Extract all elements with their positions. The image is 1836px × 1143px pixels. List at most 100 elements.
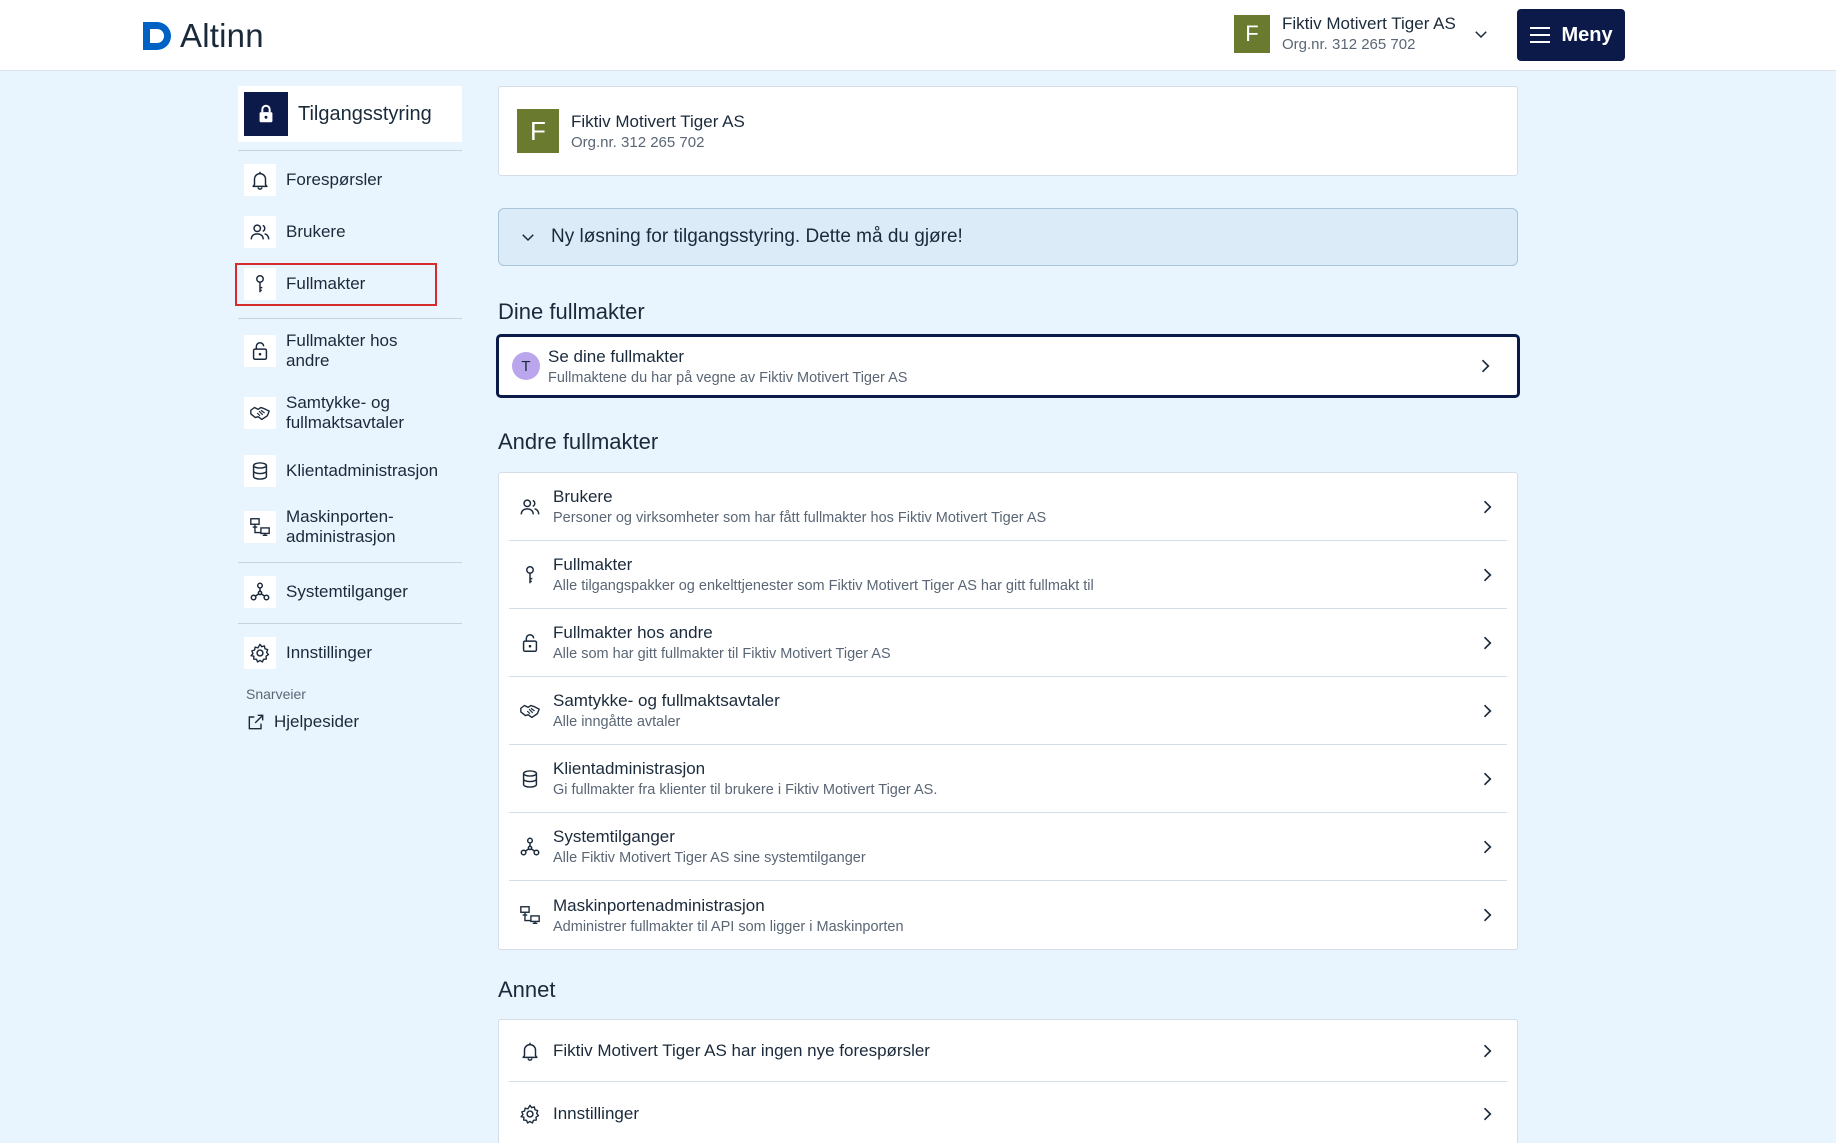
help-pages-label: Hjelpesider <box>274 712 360 731</box>
sidebar-item-label: Systemtilganger <box>286 582 408 601</box>
chevron-right-icon <box>1477 633 1497 653</box>
row-title: Fullmakter <box>553 555 633 574</box>
list-item-brukere[interactable]: Brukere Personer og virksomheter som har … <box>509 473 1507 541</box>
bell-icon <box>519 1040 541 1062</box>
account-org-number: Org.nr. 312 265 702 <box>1282 36 1416 53</box>
chevron-right-icon <box>1477 837 1497 857</box>
altinn-logo-icon <box>143 22 171 50</box>
menu-button[interactable]: Meny <box>1517 9 1625 61</box>
sidebar-item-maskinporten[interactable]: Maskinporten-administrasjon <box>238 507 462 547</box>
network-icon <box>244 511 276 543</box>
heading-andre-fullmakter: Andre fullmakter <box>498 429 659 454</box>
org-name: Fiktiv Motivert Tiger AS <box>571 111 745 131</box>
list-item-maskinporten[interactable]: Maskinportenadministrasjon Administrer fu… <box>509 881 1507 949</box>
help-pages-link[interactable]: Hjelpesider <box>238 712 462 732</box>
nodes-icon <box>244 576 276 608</box>
row-title: Samtykke- og fullmaktsavtaler <box>553 691 780 710</box>
sidebar-title: Tilgangsstyring <box>298 102 432 125</box>
shortcuts-label: Snarveier <box>246 686 306 702</box>
menu-button-label: Meny <box>1561 23 1613 46</box>
sidebar-item-fullmakter-hos-andre[interactable]: Fullmakter hos andre <box>238 331 462 371</box>
row-title: Brukere <box>553 487 613 506</box>
list-item-fullmakter-hos-andre[interactable]: Fullmakter hos andre Alle som har gitt fu… <box>509 609 1507 677</box>
nodes-icon <box>519 836 541 858</box>
highlight-box <box>235 263 437 306</box>
row-title: Fullmakter hos andre <box>553 623 713 642</box>
org-number: Org.nr. 312 265 702 <box>571 133 705 151</box>
database-icon <box>244 455 276 487</box>
gear-icon <box>244 637 276 669</box>
chevron-right-icon <box>1477 497 1497 517</box>
chevron-right-icon <box>1475 356 1495 376</box>
key-icon <box>519 564 541 586</box>
users-icon <box>519 496 541 518</box>
se-dine-fullmakter-card[interactable]: T Se dine fullmakter Fullmaktene du har … <box>496 334 1520 398</box>
sidebar-item-label: Klientadministrasjon <box>286 461 439 480</box>
row-title: Maskinportenadministrasjon <box>553 895 765 915</box>
bell-icon <box>244 164 276 196</box>
annet-list: Fiktiv Motivert Tiger AS har ingen nye f… <box>498 1019 1518 1143</box>
chevron-right-icon <box>1477 905 1497 925</box>
sidebar-item-innstillinger[interactable]: Innstillinger <box>238 637 462 669</box>
chevron-right-icon <box>1477 1041 1497 1061</box>
row-subtitle: Personer og virksomheter som har fått fu… <box>553 510 1047 526</box>
sidebar-header[interactable]: Tilgangsstyring <box>238 86 462 142</box>
users-icon <box>244 216 276 248</box>
handshake-icon <box>244 397 276 429</box>
list-item-klientadministrasjon[interactable]: Klientadministrasjon Gi fullmakter fra kl… <box>509 745 1507 813</box>
row-title: Klientadministrasjon <box>553 759 706 778</box>
padlock-icon <box>244 92 288 136</box>
row-subtitle: Alle Fiktiv Motivert Tiger AS sine syste… <box>553 850 866 866</box>
heading-annet: Annet <box>498 977 556 1002</box>
sidebar-divider <box>238 318 462 319</box>
row-subtitle: Alle som har gitt fullmakter til Fiktiv … <box>553 646 891 662</box>
chevron-right-icon <box>1477 565 1497 585</box>
account-switcher[interactable]: F Fiktiv Motivert Tiger AS Org.nr. 312 2… <box>1234 14 1490 53</box>
list-item-innstillinger[interactable]: Innstillinger <box>509 1082 1507 1143</box>
external-link-icon <box>246 712 266 732</box>
list-item-samtykke[interactable]: Samtykke- og fullmaktsavtaler Alle inngåt… <box>509 677 1507 745</box>
andre-fullmakter-list: Brukere Personer og virksomheter som har … <box>498 472 1518 950</box>
row-title: Se dine fullmakter <box>548 346 685 366</box>
list-item-fullmakter[interactable]: Fullmakter Alle tilgangspakker og enkeltt… <box>509 541 1507 609</box>
sidebar: Tilgangsstyring Forespørsler Brukere Ful… <box>238 86 462 731</box>
notice-text: Ny løsning for tilgangsstyring. Dette må… <box>551 226 963 247</box>
sidebar-item-klientadministrasjon[interactable]: Klientadministrasjon <box>238 455 462 487</box>
org-card: F Fiktiv Motivert Tiger AS Org.nr. 312 2… <box>498 86 1518 176</box>
sidebar-item-systemtilganger[interactable]: Systemtilganger <box>238 576 462 608</box>
row-title: Innstillinger <box>553 1104 639 1123</box>
user-avatar: T <box>512 352 540 380</box>
database-icon <box>519 768 541 790</box>
row-subtitle: Alle inngåtte avtaler <box>553 714 681 730</box>
network-icon <box>519 904 541 926</box>
row-subtitle: Fullmaktene du har på vegne av Fiktiv Mo… <box>548 369 908 386</box>
sidebar-item-foresporsler[interactable]: Forespørsler <box>238 164 462 196</box>
sidebar-item-label: Fullmakter hos andre <box>286 331 398 370</box>
handshake-icon <box>519 700 541 722</box>
chevron-right-icon <box>1477 769 1497 789</box>
sidebar-divider <box>238 150 462 151</box>
sidebar-item-label: Innstillinger <box>286 643 372 662</box>
logo-text: Altinn <box>180 17 264 54</box>
sidebar-item-label: Maskinporten-administrasjon <box>286 507 396 546</box>
sidebar-item-brukere[interactable]: Brukere <box>238 216 462 248</box>
list-item-foresporsler[interactable]: Fiktiv Motivert Tiger AS har ingen nye f… <box>509 1020 1507 1082</box>
top-bar: Altinn F Fiktiv Motivert Tiger AS Org.nr… <box>0 0 1836 71</box>
sidebar-divider <box>238 562 462 563</box>
chevron-down-icon <box>519 228 537 246</box>
altinn-logo[interactable]: Altinn <box>140 17 264 55</box>
sidebar-item-samtykke[interactable]: Samtykke- og fullmaktsavtaler <box>238 393 462 433</box>
hamburger-icon <box>1530 27 1551 43</box>
account-avatar: F <box>1234 14 1270 53</box>
sidebar-item-label: Forespørsler <box>286 170 383 189</box>
heading-dine-fullmakter: Dine fullmakter <box>498 299 645 324</box>
list-item-systemtilganger[interactable]: Systemtilganger Alle Fiktiv Motivert Tige… <box>509 813 1507 881</box>
gear-icon <box>519 1103 541 1125</box>
chevron-right-icon <box>1477 701 1497 721</box>
notice-banner[interactable]: Ny løsning for tilgangsstyring. Dette må… <box>498 208 1518 266</box>
sidebar-item-label: Samtykke- og fullmaktsavtaler <box>286 393 405 432</box>
sidebar-item-label: Brukere <box>286 222 346 241</box>
chevron-down-icon <box>1472 25 1490 43</box>
lock-icon <box>244 335 276 367</box>
chevron-right-icon <box>1477 1104 1497 1124</box>
